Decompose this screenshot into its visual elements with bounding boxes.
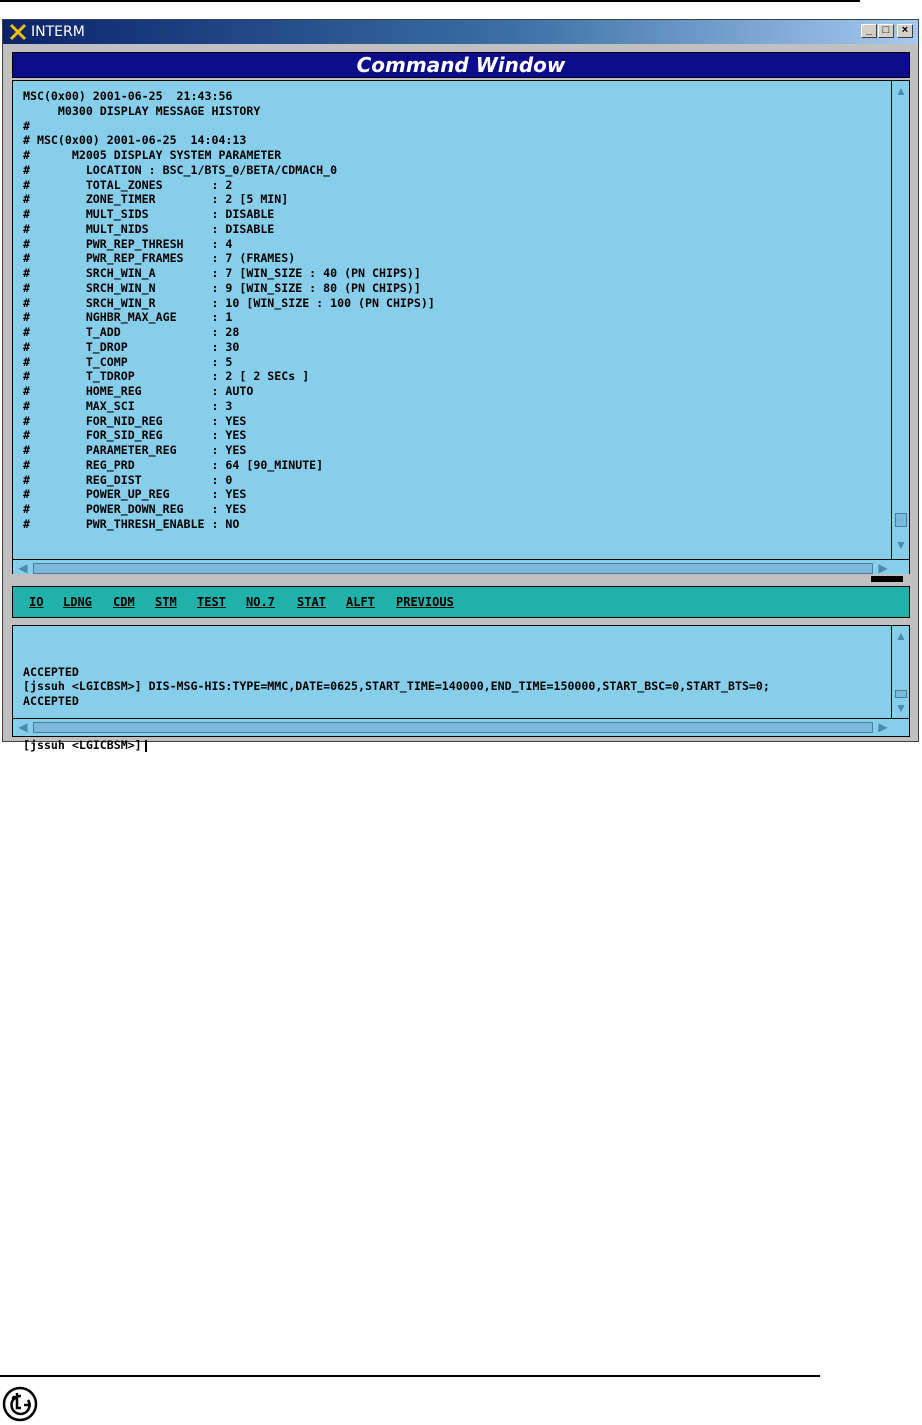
command-prompt: [jssuh <LGICBSM>] [23, 738, 142, 753]
input-vscroll-thumb[interactable] [895, 690, 907, 698]
menu-item-cdm[interactable]: CDM [113, 587, 135, 617]
lg-logo-icon [2, 1386, 38, 1422]
input-hscroll-thumb[interactable] [33, 722, 873, 733]
output-hscroll-thumb[interactable] [33, 563, 873, 574]
text-cursor [144, 739, 147, 752]
page-top-rule [0, 0, 860, 2]
output-line: # MSC(0x00) 2001-06-25 14:04:13 [23, 133, 247, 148]
output-line: # MULT_NIDS : DISABLE [23, 221, 275, 236]
output-line: # SRCH_WIN_A : 7 [WIN_SIZE : 40 (PN CHIP… [23, 266, 421, 280]
prompt-line[interactable]: [jssuh <LGICBSM>] [23, 738, 885, 753]
output-line: # FOR_SID_REG : YES [23, 428, 247, 443]
output-line: # MULT_SIDS : DISABLE [23, 207, 275, 221]
pane-divider[interactable] [5, 574, 918, 584]
output-line: # M2005 DISPLAY SYSTEM PARAMETER [23, 148, 282, 162]
output-line: # T_ADD : 28 [23, 325, 240, 339]
command-menu-bar: IO LDNG CDM STM TEST NO.7 STAT ALFT PREV… [12, 586, 910, 618]
scroll-up-arrow-icon[interactable]: ▲ [893, 83, 909, 99]
output-line: # LOCATION : BSC_1/BTS_0/BETA/CDMACH_0 [23, 162, 338, 177]
menu-item-stat[interactable]: STAT [297, 587, 326, 617]
menu-item-ldng[interactable]: LDNG [63, 587, 92, 617]
maximize-button[interactable]: □ [878, 24, 894, 38]
output-line: # SRCH_WIN_N : 9 [WIN_SIZE : 80 (PN CHIP… [23, 280, 421, 295]
output-line: # ZONE_TIMER : 2 [5 MIN] [23, 192, 289, 207]
scroll-left-arrow-icon[interactable]: ◀ [15, 719, 31, 735]
output-line: MSC(0x00) 2001-06-25 21:43:56 [23, 89, 233, 103]
output-line: # NGHBR_MAX_AGE : 1 [23, 310, 233, 325]
output-line: # PARAMETER_REG : YES [23, 443, 247, 457]
output-line: # T_COMP : 5 [23, 354, 233, 369]
output-line: # T_TDROP : 2 [ 2 SECs ] [23, 369, 310, 384]
scroll-up-arrow-icon[interactable]: ▲ [893, 628, 909, 644]
scroll-right-arrow-icon[interactable]: ▶ [875, 719, 891, 735]
input-horizontal-scrollbar[interactable]: ◀ ▶ [13, 718, 909, 736]
output-panel[interactable]: MSC(0x00) 2001-06-25 21:43:56 M0300 DISP… [12, 80, 910, 578]
menu-item-stm[interactable]: STM [155, 587, 177, 617]
output-vscroll-thumb[interactable] [895, 513, 907, 527]
input-vertical-scrollbar[interactable]: ▲ ▼ [891, 626, 909, 718]
interm-window: INTERM _ □ × Command Window MSC(0x00) 20… [2, 19, 919, 752]
output-line: # PWR_REP_THRESH : 4 [23, 236, 233, 251]
menu-item-test[interactable]: TEST [197, 587, 226, 617]
output-line: # PWR_THRESH_ENABLE : NO [23, 516, 240, 531]
output-line: # REG_DIST : 0 [23, 472, 233, 487]
scroll-down-arrow-icon[interactable]: ▼ [893, 700, 909, 716]
output-line: M0300 DISPLAY MESSAGE HISTORY [23, 103, 261, 118]
output-line: # POWER_DOWN_REG : YES [23, 502, 247, 516]
menu-item-alft[interactable]: ALFT [346, 587, 375, 617]
x-logo-icon [9, 23, 27, 41]
output-line: # T_DROP : 30 [23, 339, 240, 354]
output-vertical-scrollbar[interactable]: ▲ ▼ [891, 81, 909, 559]
title-bar[interactable]: INTERM _ □ × [3, 20, 918, 44]
output-line: # MAX_SCI : 3 [23, 398, 233, 413]
command-history-line: ACCEPTED [23, 664, 79, 679]
menu-item-previous[interactable]: PREVIOUS [396, 587, 454, 617]
menu-item-io[interactable]: IO [29, 587, 43, 617]
window-title: INTERM [31, 24, 85, 40]
output-line: # FOR_NID_REG : YES [23, 413, 247, 428]
output-line: # REG_PRD : 64 [90_MINUTE] [23, 457, 324, 472]
command-history-line: [jssuh <LGICBSM>] DIS-MSG-HIS:TYPE=MMC,D… [23, 679, 770, 694]
output-line: # HOME_REG : AUTO [23, 384, 254, 398]
output-line: # TOTAL_ZONES : 2 [23, 177, 233, 192]
output-line: # [23, 118, 30, 133]
command-history-line: ACCEPTED [23, 694, 79, 708]
pane-sash-handle[interactable] [871, 576, 903, 582]
minimize-button[interactable]: _ [861, 24, 877, 38]
page-bottom-rule [0, 1375, 820, 1377]
command-window-header: Command Window [12, 52, 910, 78]
output-log: MSC(0x00) 2001-06-25 21:43:56 M0300 DISP… [23, 89, 885, 559]
output-line: # PWR_REP_FRAMES : 7 (FRAMES) [23, 251, 296, 266]
command-input-panel[interactable]: ACCEPTED [jssuh <LGICBSM>] DIS-MSG-HIS:TY… [12, 625, 910, 752]
output-line: # POWER_UP_REG : YES [23, 487, 247, 502]
command-history: ACCEPTED [jssuh <LGICBSM>] DIS-MSG-HIS:TY… [23, 665, 885, 709]
output-line: # SRCH_WIN_R : 10 [WIN_SIZE : 100 (PN CH… [23, 295, 435, 310]
close-button[interactable]: × [897, 24, 913, 38]
menu-item-no7[interactable]: NO.7 [246, 587, 275, 617]
command-console[interactable]: ACCEPTED [jssuh <LGICBSM>] DIS-MSG-HIS:TY… [23, 635, 885, 783]
scroll-down-arrow-icon[interactable]: ▼ [893, 537, 909, 553]
